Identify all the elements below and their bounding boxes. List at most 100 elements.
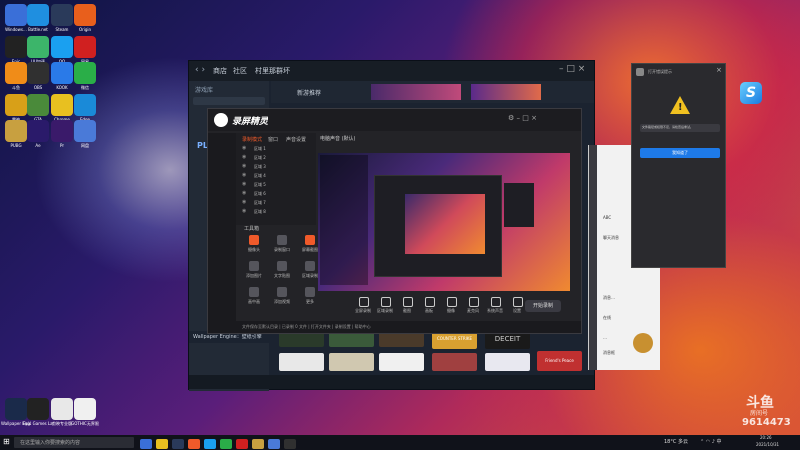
game-tile[interactable] [329, 353, 374, 371]
menu-tab-record-mode[interactable]: 录制模式 [242, 136, 262, 143]
source-button-label: 录制窗口 [274, 247, 290, 252]
taskbar-app-icon[interactable] [252, 439, 264, 449]
close-icon[interactable]: × [716, 66, 722, 74]
desktop-app-icon[interactable] [51, 94, 73, 116]
desktop-app-icon[interactable] [5, 62, 27, 84]
back-icon[interactable]: ‹ › [195, 65, 205, 75]
taskbar-app-icon[interactable] [188, 439, 200, 449]
confirm-button[interactable]: 我知道了 [640, 148, 720, 158]
visibility-icon[interactable]: ◉ [242, 163, 246, 169]
desktop-app-icon[interactable] [27, 4, 49, 26]
tab-profile[interactable]: 村里那群坏 [255, 66, 290, 76]
sidebar-search-input[interactable] [193, 97, 265, 105]
visibility-icon[interactable]: ◉ [242, 172, 246, 178]
desktop-app-icon[interactable] [74, 4, 96, 26]
toolbar-button[interactable]: 麦克风 [462, 295, 484, 317]
taskbar-app-icon[interactable] [284, 439, 296, 449]
scene-item[interactable]: ◉ 区域 1 [240, 145, 312, 153]
scene-item[interactable]: ◉ 区域 7 [240, 199, 312, 207]
visibility-icon[interactable]: ◉ [242, 199, 246, 205]
desktop-app-icon[interactable] [5, 36, 27, 58]
desktop-app-icon[interactable] [74, 62, 96, 84]
desktop-app-icon[interactable] [27, 36, 49, 58]
desktop-app-icon[interactable] [51, 36, 73, 58]
desktop-app-icon[interactable] [5, 120, 27, 142]
chat-avatar[interactable] [633, 333, 653, 353]
desktop-app-icon[interactable] [51, 120, 73, 142]
gothic-icon[interactable] [74, 398, 96, 420]
capcut-icon[interactable] [51, 398, 73, 420]
scene-item[interactable]: ◉ 区域 5 [240, 181, 312, 189]
weather-text[interactable]: 18°C 多云 [664, 438, 688, 445]
taskbar-app-icon[interactable] [220, 439, 232, 449]
taskbar-app-icon[interactable] [156, 439, 168, 449]
clock-date[interactable]: 2021/10/31 [756, 442, 779, 447]
epic-games-icon[interactable] [27, 398, 49, 420]
floating-app-icon[interactable]: S [740, 82, 762, 104]
banner-thumb[interactable] [471, 84, 541, 100]
desktop-app-icon[interactable] [5, 4, 27, 26]
visibility-icon[interactable]: ◉ [242, 154, 246, 160]
desktop-app-icon[interactable] [27, 94, 49, 116]
source-button[interactable]: 文字贴图 [270, 261, 294, 283]
scene-item[interactable]: ◉ 区域 4 [240, 172, 312, 180]
taskbar-app-icon[interactable] [140, 439, 152, 449]
source-icon [305, 287, 315, 297]
menu-tab-window[interactable]: 窗口 [268, 136, 278, 143]
visibility-icon[interactable]: ◉ [242, 145, 246, 151]
toolbar-button[interactable]: 画板 [418, 295, 440, 317]
clock-time[interactable]: 20:26 [760, 435, 772, 440]
desktop-app-icon[interactable] [27, 62, 49, 84]
toolbar-button[interactable]: 全屏录制 [352, 295, 374, 317]
chat-message: 消息… [603, 295, 615, 300]
taskbar-search-input[interactable]: 在这里输入你要搜索的内容 [14, 437, 134, 448]
source-button[interactable]: 添加图片 [242, 261, 266, 283]
tab-community[interactable]: 社区 [233, 66, 247, 76]
toolbar-button[interactable]: 系统声音 [484, 295, 506, 317]
desktop-app-icon[interactable] [51, 4, 73, 26]
desktop-app-icon[interactable] [5, 94, 27, 116]
toolbar-label: 截图 [403, 308, 411, 313]
source-button[interactable]: 添加视频 [270, 287, 294, 309]
source-icon [305, 235, 315, 245]
toolbar-icon [491, 297, 501, 307]
visibility-icon[interactable]: ◉ [242, 208, 246, 214]
taskbar-app-icon[interactable] [204, 439, 216, 449]
visibility-icon[interactable]: ◉ [242, 181, 246, 187]
visibility-icon[interactable]: ◉ [242, 190, 246, 196]
game-tile-friends[interactable]: Friend's Peace [537, 351, 582, 371]
window-controls-icon[interactable]: – □ × [559, 64, 585, 74]
tray-icons[interactable]: ⌃ ◠ ♪ 中 [700, 438, 722, 445]
scene-item[interactable]: ◉ 区域 3 [240, 163, 312, 171]
start-record-button[interactable]: 开始录制 [525, 300, 561, 312]
desktop-app-icon[interactable] [74, 94, 96, 116]
desktop-app-icon[interactable] [51, 62, 73, 84]
store-label: 新游推荐 [297, 90, 322, 97]
taskbar-app-icon[interactable] [268, 439, 280, 449]
taskbar-app-icon[interactable] [172, 439, 184, 449]
toolbar-label: 画板 [425, 308, 433, 313]
game-tile[interactable] [279, 353, 324, 371]
scene-item[interactable]: ◉ 区域 6 [240, 190, 312, 198]
window-controls-icon[interactable]: ⚙ – □ × [508, 114, 537, 122]
tab-store[interactable]: 商店 [213, 66, 227, 76]
game-tile[interactable] [485, 353, 530, 371]
scene-item[interactable]: ◉ 区域 2 [240, 154, 312, 162]
toolbar-button[interactable]: 摄像 [440, 295, 462, 317]
taskbar-app-icon[interactable] [236, 439, 248, 449]
desktop-app-icon[interactable] [74, 120, 96, 142]
banner-thumb[interactable] [371, 84, 461, 100]
start-icon[interactable]: ⊞ [3, 437, 10, 446]
source-button[interactable]: 摄像头 [242, 235, 266, 257]
wallpaper-engine-icon[interactable] [5, 398, 27, 420]
source-button[interactable]: 录制窗口 [270, 235, 294, 257]
desktop-app-icon[interactable] [74, 36, 96, 58]
source-button[interactable]: 画中画 [242, 287, 266, 309]
game-tile[interactable] [379, 353, 424, 371]
scene-item[interactable]: ◉ 区域 8 [240, 208, 312, 216]
desktop-app-icon[interactable] [27, 120, 49, 142]
toolbar-button[interactable]: 区域录制 [374, 295, 396, 317]
game-tile[interactable] [432, 353, 477, 371]
menu-tab-audio[interactable]: 声音设置 [286, 136, 306, 143]
toolbar-button[interactable]: 截图 [396, 295, 418, 317]
